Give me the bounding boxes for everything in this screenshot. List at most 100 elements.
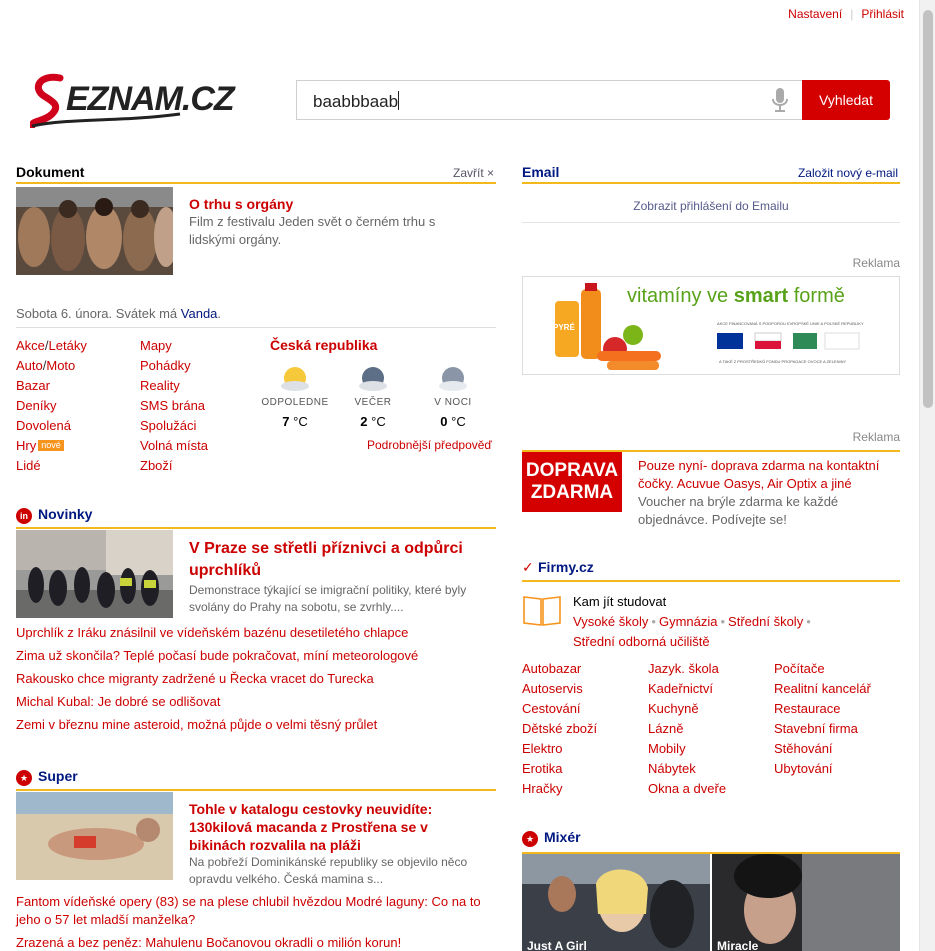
firmy-link[interactable]: Autoservis xyxy=(522,679,642,699)
service-spoluzaci[interactable]: Spolužáci xyxy=(140,416,250,436)
new-email-link[interactable]: Založit nový e-mail xyxy=(798,166,898,180)
study-link[interactable]: Střední odborná učiliště xyxy=(573,632,893,652)
service-moto[interactable]: Moto xyxy=(46,358,75,373)
service-auto[interactable]: Auto xyxy=(16,358,43,373)
service-hry[interactable]: Hry xyxy=(16,438,36,453)
super-title[interactable]: Super xyxy=(38,768,78,784)
firmy-link[interactable]: Okna a dveře xyxy=(648,779,768,799)
firmy-link[interactable]: Jazyk. škola xyxy=(648,659,768,679)
weather-afternoon[interactable]: ODPOLEDNE 7 °C xyxy=(260,362,330,429)
firmy-link[interactable]: Erotika xyxy=(522,759,642,779)
news-link[interactable]: Zemi v březnu mine asteroid, možná půjde… xyxy=(16,713,496,736)
search-input[interactable]: baabbbaab xyxy=(313,92,398,111)
ad-banner-vitamins[interactable]: vitamíny ve smart formě AKCE FINANCOVANÁ… xyxy=(522,276,900,375)
study-link[interactable]: Vysoké školy xyxy=(573,614,648,629)
partly-sunny-icon xyxy=(281,367,309,391)
firmy-col-2: Jazyk. škola Kadeřnictví Kuchyně Lázně M… xyxy=(648,659,768,799)
firmy-link[interactable]: Mobily xyxy=(648,739,768,759)
novinky-article-desc: Demonstrace týkající se imigrační politi… xyxy=(189,583,467,614)
study-links: Vysoké školy • Gymnázia • Střední školy • Stř… xyxy=(573,612,893,652)
search-button[interactable]: Vyhledat xyxy=(802,80,890,120)
super-link[interactable]: Fantom vídeňské opery (83) se na plese c… xyxy=(16,893,496,929)
new-badge: nové xyxy=(38,440,64,451)
service-volna-mista[interactable]: Volná místa xyxy=(140,436,250,456)
scrollbar-thumb[interactable] xyxy=(923,10,933,408)
service-sms[interactable]: SMS brána xyxy=(140,396,250,416)
firmy-link[interactable]: Hračky xyxy=(522,779,642,799)
firmy-link[interactable]: Lázně xyxy=(648,719,768,739)
study-link[interactable]: Gymnázia xyxy=(659,614,718,629)
firmy-link[interactable]: Ubytování xyxy=(774,759,900,779)
super-list: Fantom vídeňské opery (83) se na plese c… xyxy=(16,893,496,951)
firmy-link[interactable]: Nábytek xyxy=(648,759,768,779)
svg-text:EZNAM.CZ: EZNAM.CZ xyxy=(66,80,236,118)
weather-evening[interactable]: VEČER 2 °C xyxy=(338,362,408,429)
firmy-title[interactable]: Firmy.cz xyxy=(538,559,594,575)
firmy-link[interactable]: Kuchyně xyxy=(648,699,768,719)
microphone-icon[interactable] xyxy=(771,87,789,113)
news-link[interactable]: Rakousko chce migranty zadržené u Řecka … xyxy=(16,667,496,690)
service-pohadky[interactable]: Pohádky xyxy=(140,356,250,376)
weather-night[interactable]: V NOCI 0 °C xyxy=(418,362,488,429)
dokument-title: Dokument xyxy=(16,164,85,180)
nameday-link[interactable]: Vanda xyxy=(181,306,218,321)
firmy-link[interactable]: Kadeřnictví xyxy=(648,679,768,699)
firmy-link[interactable]: Elektro xyxy=(522,739,642,759)
novinky-header: in Novinky xyxy=(16,506,496,529)
study-link[interactable]: Střední školy xyxy=(728,614,803,629)
book-icon xyxy=(523,596,561,626)
scrollbar[interactable] xyxy=(919,0,935,951)
service-zbozi[interactable]: Zboží xyxy=(140,456,250,476)
novinky-article-title[interactable]: V Praze se střetli příznivci a odpůrci u… xyxy=(189,538,479,582)
mixer-video-1-title[interactable]: Just A Girl xyxy=(527,939,587,951)
service-reality[interactable]: Reality xyxy=(140,376,250,396)
login-link[interactable]: Přihlásit xyxy=(861,7,904,21)
novinky-photo[interactable] xyxy=(16,530,173,618)
firmy-link[interactable]: Stavební firma xyxy=(774,719,900,739)
ad1-pack-label: PYRÉ xyxy=(553,323,575,332)
forecast-link[interactable]: Podrobnější předpověď xyxy=(367,438,492,452)
services-col-2: Mapy Pohádky Reality SMS brána Spolužáci… xyxy=(140,336,250,476)
seznam-logo[interactable]: EZNAM.CZ xyxy=(30,70,282,128)
news-link[interactable]: Zima už skončila? Teplé počasí bude pokr… xyxy=(16,644,496,667)
novinky-title[interactable]: Novinky xyxy=(38,506,92,522)
close-button[interactable]: Zavřít × xyxy=(453,166,494,180)
weather-title[interactable]: Česká republika xyxy=(270,337,377,353)
service-letaky[interactable]: Letáky xyxy=(49,338,87,353)
news-link[interactable]: Michal Kubal: Je dobré se odlišovat xyxy=(16,690,496,713)
service-deniky[interactable]: Deníky xyxy=(16,396,126,416)
mixer-title[interactable]: Mixér xyxy=(544,829,581,845)
search-field[interactable]: baabbbaab xyxy=(296,80,803,120)
dokument-photo[interactable] xyxy=(16,187,173,275)
super-photo[interactable] xyxy=(16,792,173,880)
firmy-link[interactable]: Cestování xyxy=(522,699,642,719)
mixer-video-1[interactable] xyxy=(522,854,710,951)
firmy-link[interactable]: Dětské zboží xyxy=(522,719,642,739)
mixer-video-2[interactable] xyxy=(712,854,900,951)
firmy-link[interactable]: Autobazar xyxy=(522,659,642,679)
settings-link[interactable]: Nastavení xyxy=(788,7,842,21)
service-mapy[interactable]: Mapy xyxy=(140,336,250,356)
email-header: Email Založit nový e-mail xyxy=(522,164,900,184)
service-dovolena[interactable]: Dovolená xyxy=(16,416,126,436)
ad2-box[interactable]: DOPRAVA ZDARMA xyxy=(522,452,622,512)
service-lide[interactable]: Lidé xyxy=(16,456,126,476)
ad1-disclaimer: AKCE FINANCOVANÁ S PODPOROU EVROPSKÉ UNI… xyxy=(717,321,864,326)
ad-label-2: Reklama xyxy=(852,430,900,444)
study-title: Kam jít studovat xyxy=(573,594,667,609)
service-akce[interactable]: Akce xyxy=(16,338,45,353)
firmy-link[interactable]: Počítače xyxy=(774,659,900,679)
email-title[interactable]: Email xyxy=(522,164,559,180)
ad2-title[interactable]: Pouze nyní- doprava zdarma na kontaktní … xyxy=(638,457,900,493)
email-login-link[interactable]: Zobrazit přihlášení do Emailu xyxy=(522,189,900,223)
firmy-link[interactable]: Restaurace xyxy=(774,699,900,719)
super-article-title[interactable]: Tohle v katalogu cestovky neuvidíte: 130… xyxy=(189,800,479,854)
firmy-link[interactable]: Realitní kancelář xyxy=(774,679,900,699)
firmy-link[interactable]: Stěhování xyxy=(774,739,900,759)
service-bazar[interactable]: Bazar xyxy=(16,376,126,396)
firmy-col-3: Počítače Realitní kancelář Restaurace St… xyxy=(774,659,900,779)
news-link[interactable]: Uprchlík z Iráku znásilnil ve vídeňském … xyxy=(16,621,496,644)
super-link[interactable]: Zrazená a bez peněz: Mahulenu Bočanovou … xyxy=(16,934,496,951)
mixer-video-2-title[interactable]: Miracle xyxy=(717,939,758,951)
dokument-article-title[interactable]: O trhu s orgány xyxy=(189,194,489,214)
